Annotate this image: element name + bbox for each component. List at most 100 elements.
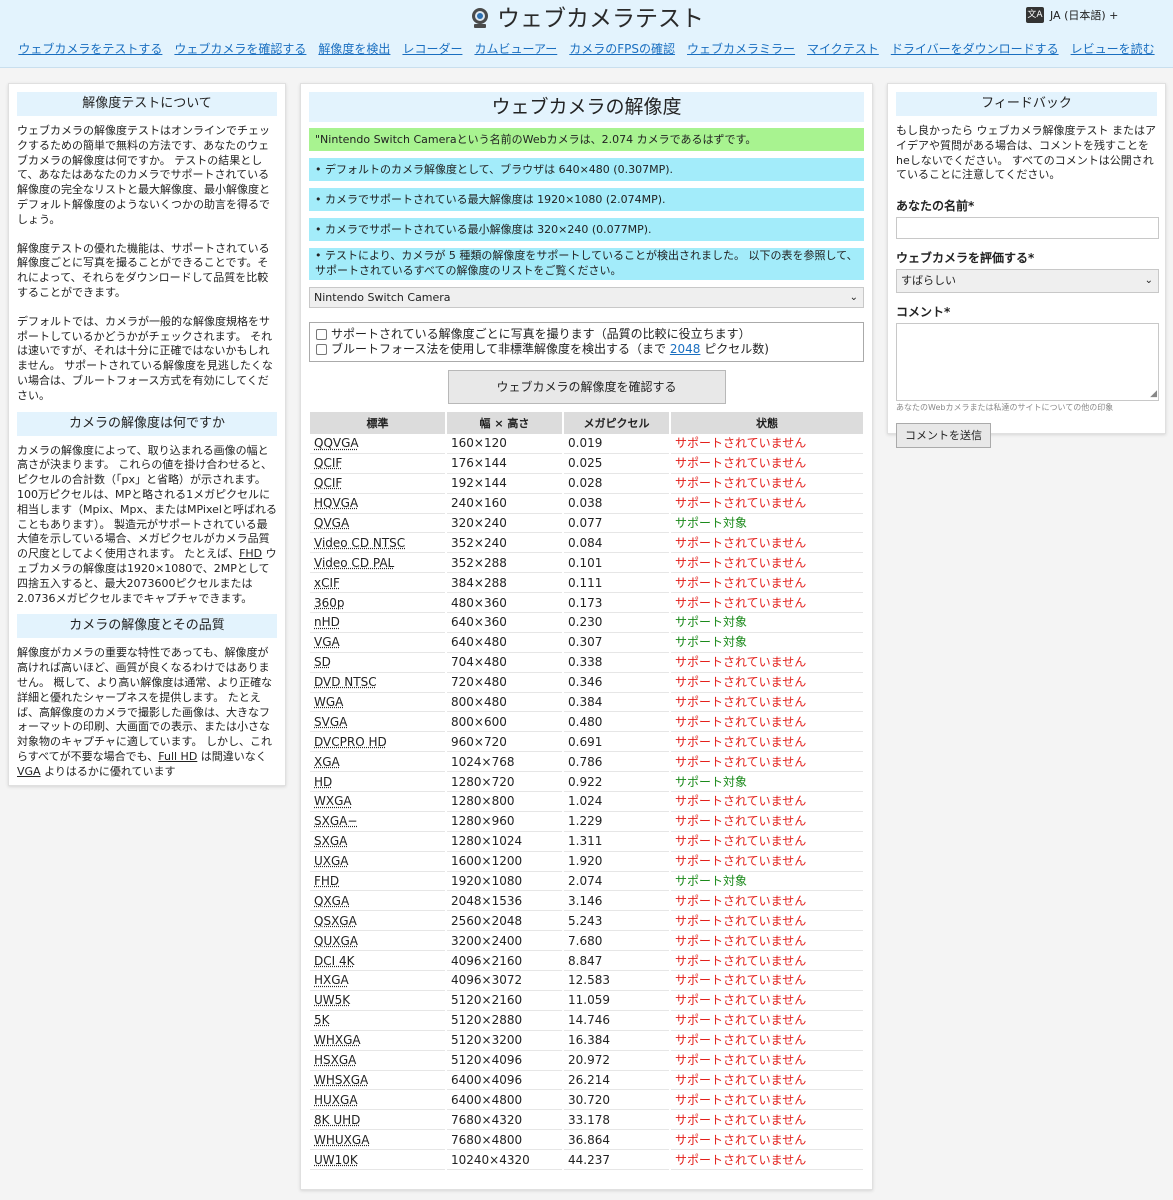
megapixel-cell: 30.720 bbox=[564, 1090, 669, 1111]
column-header-standard: 標準 bbox=[310, 412, 445, 434]
table-row: HD 1280×720 0.922 サポート対象 bbox=[310, 772, 863, 793]
nav-link[interactable]: ウェブカメラミラー bbox=[687, 41, 795, 57]
status-cell: サポートされていません bbox=[671, 832, 863, 852]
status-cell: サポート対象 bbox=[671, 613, 863, 633]
size-cell: 800×600 bbox=[447, 712, 562, 733]
table-row: QQVGA 160×120 0.019 サポートされていません bbox=[310, 434, 863, 454]
megapixel-cell: 33.178 bbox=[564, 1110, 669, 1131]
table-row: nHD 640×360 0.230 サポート対象 bbox=[310, 613, 863, 633]
site-title[interactable]: ウェブカメラテスト bbox=[0, 4, 1173, 34]
table-row: SVGA 800×600 0.480 サポートされていません bbox=[310, 712, 863, 733]
standard-name: DVD NTSC bbox=[314, 675, 377, 690]
status-cell: サポート対象 bbox=[671, 633, 863, 653]
resolution-quality-text: 解像度がカメラの重要な特性であっても、解像度が高ければ高いほど、画質が良くなるわ… bbox=[17, 646, 277, 779]
table-row: DCI 4K 4096×2160 8.847 サポートされていません bbox=[310, 951, 863, 972]
rate-select[interactable]: すばらしい ⌄ bbox=[896, 269, 1159, 294]
nav-link[interactable]: レコーダー bbox=[402, 41, 462, 57]
size-cell: 352×240 bbox=[447, 533, 562, 554]
size-cell: 480×360 bbox=[447, 593, 562, 614]
about-paragraph-1: ウェブカメラの解像度テストはオンラインでチェックするための簡単で無料の方法です、… bbox=[17, 124, 270, 226]
resize-grip-icon[interactable]: ◢ bbox=[1150, 389, 1157, 399]
size-cell: 6400×4800 bbox=[447, 1090, 562, 1111]
size-cell: 7680×4800 bbox=[447, 1130, 562, 1151]
megapixel-cell: 11.059 bbox=[564, 991, 669, 1011]
status-cell: サポート対象 bbox=[671, 872, 863, 892]
megapixel-cell: 0.307 bbox=[564, 633, 669, 653]
column-header-megapixel: メガピクセル bbox=[564, 412, 669, 434]
standard-name: QQVGA bbox=[314, 436, 359, 451]
nav-link[interactable]: カメラのFPSの確認 bbox=[569, 41, 675, 57]
standard-name: FHD bbox=[314, 874, 340, 889]
standard-cell: UXGA bbox=[310, 852, 445, 872]
brute-force-checkbox[interactable] bbox=[316, 344, 327, 355]
size-cell: 6400×4096 bbox=[447, 1071, 562, 1091]
status-cell: サポートされていません bbox=[671, 1110, 863, 1131]
photo-option[interactable]: サポートされている解像度ごとに写真を撮ります（品質の比較に役立ちます） bbox=[316, 327, 857, 342]
size-cell: 704×480 bbox=[447, 653, 562, 673]
size-cell: 960×720 bbox=[447, 732, 562, 753]
nav-link[interactable]: ドライバーをダウンロードする bbox=[891, 41, 1059, 57]
status-cell: サポートされていません bbox=[671, 434, 863, 454]
photo-option-checkbox[interactable] bbox=[316, 329, 327, 340]
chevron-down-icon: ⌄ bbox=[1144, 275, 1153, 287]
status-cell: サポートされていません bbox=[671, 1051, 863, 1071]
standard-cell: HQVGA bbox=[310, 494, 445, 514]
submit-comment-button[interactable]: コメントを送信 bbox=[896, 423, 991, 449]
size-cell: 1600×1200 bbox=[447, 852, 562, 872]
brute-force-option[interactable]: ブルートフォース法を使用して非標準解像度を検出する（まで 2048 ピクセル数) bbox=[316, 342, 857, 357]
name-input[interactable] bbox=[896, 217, 1159, 240]
supported-count-alert: • テストにより、カメラが 5 種類の解像度をサポートしていることが検出されまし… bbox=[309, 248, 864, 280]
comment-textarea[interactable]: ◢ bbox=[896, 323, 1159, 402]
megapixel-cell: 0.019 bbox=[564, 434, 669, 454]
status-cell: サポートされていません bbox=[671, 494, 863, 514]
standard-name: SVGA bbox=[314, 714, 348, 729]
standard-cell: HD bbox=[310, 772, 445, 793]
megapixel-cell: 20.972 bbox=[564, 1051, 669, 1071]
test-options: サポートされている解像度ごとに写真を撮ります（品質の比較に役立ちます） ブルート… bbox=[309, 322, 864, 362]
table-row: HXGA 4096×3072 12.583 サポートされていません bbox=[310, 971, 863, 991]
size-cell: 1920×1080 bbox=[447, 872, 562, 892]
standard-cell: SXGA bbox=[310, 832, 445, 852]
table-row: SD 704×480 0.338 サポートされていません bbox=[310, 653, 863, 673]
megapixel-cell: 2.074 bbox=[564, 872, 669, 892]
standard-name: DVCPRO HD bbox=[314, 734, 387, 749]
nav-link[interactable]: ウェブカメラをテストする bbox=[18, 41, 162, 57]
table-row: QXGA 2048×1536 3.146 サポートされていません bbox=[310, 891, 863, 912]
fullhd-term: Full HD bbox=[158, 749, 198, 763]
nav-link[interactable]: ウェブカメラを確認する bbox=[174, 41, 306, 57]
nav-link[interactable]: カムビューアー bbox=[474, 41, 557, 57]
standard-cell: WHUXGA bbox=[310, 1130, 445, 1151]
nav-link[interactable]: マイクテスト bbox=[807, 41, 879, 57]
megapixel-cell: 0.028 bbox=[564, 474, 669, 494]
table-row: xCIF 384×288 0.111 サポートされていません bbox=[310, 573, 863, 594]
megapixel-cell: 44.237 bbox=[564, 1150, 669, 1170]
size-cell: 384×288 bbox=[447, 573, 562, 594]
standard-cell: QCIF bbox=[310, 454, 445, 474]
status-cell: サポートされていません bbox=[671, 474, 863, 494]
table-row: DVD NTSC 720×480 0.346 サポートされていません bbox=[310, 673, 863, 693]
standard-name: QSXGA bbox=[314, 913, 357, 928]
nav-link[interactable]: 解像度を検出 bbox=[318, 41, 390, 57]
status-cell: サポートされていません bbox=[671, 454, 863, 474]
language-selector[interactable]: 文A JA (日本語) + bbox=[1026, 7, 1118, 23]
camera-select[interactable]: Nintendo Switch Camera ⌄ bbox=[309, 287, 864, 308]
table-row: WXGA 1280×800 1.024 サポートされていません bbox=[310, 792, 863, 812]
status-cell: サポートされていません bbox=[671, 1031, 863, 1051]
nav-link[interactable]: レビューを読む bbox=[1071, 41, 1155, 57]
megapixel-cell: 0.230 bbox=[564, 613, 669, 633]
status-cell: サポートされていません bbox=[671, 693, 863, 713]
megapixel-cell: 0.038 bbox=[564, 494, 669, 514]
table-row: HSXGA 5120×4096 20.972 サポートされていません bbox=[310, 1051, 863, 1071]
webcam-resolution-title: ウェブカメラの解像度 bbox=[309, 92, 864, 122]
camera-select-value: Nintendo Switch Camera bbox=[314, 291, 451, 304]
status-cell: サポート対象 bbox=[671, 514, 863, 534]
megapixel-cell: 3.146 bbox=[564, 891, 669, 912]
size-cell: 5120×4096 bbox=[447, 1051, 562, 1071]
about-paragraph-2: 解像度テストの優れた機能は、サポートされている解像度ごとに写真を撮ることができる… bbox=[17, 241, 270, 299]
fhd-term: FHD bbox=[239, 547, 263, 561]
status-cell: サポートされていません bbox=[671, 533, 863, 554]
standard-name: QCIF bbox=[314, 476, 343, 491]
check-resolution-button[interactable]: ウェブカメラの解像度を確認する bbox=[447, 370, 726, 404]
brute-force-pixels-link[interactable]: 2048 bbox=[670, 342, 701, 356]
table-row: FHD 1920×1080 2.074 サポート対象 bbox=[310, 872, 863, 892]
